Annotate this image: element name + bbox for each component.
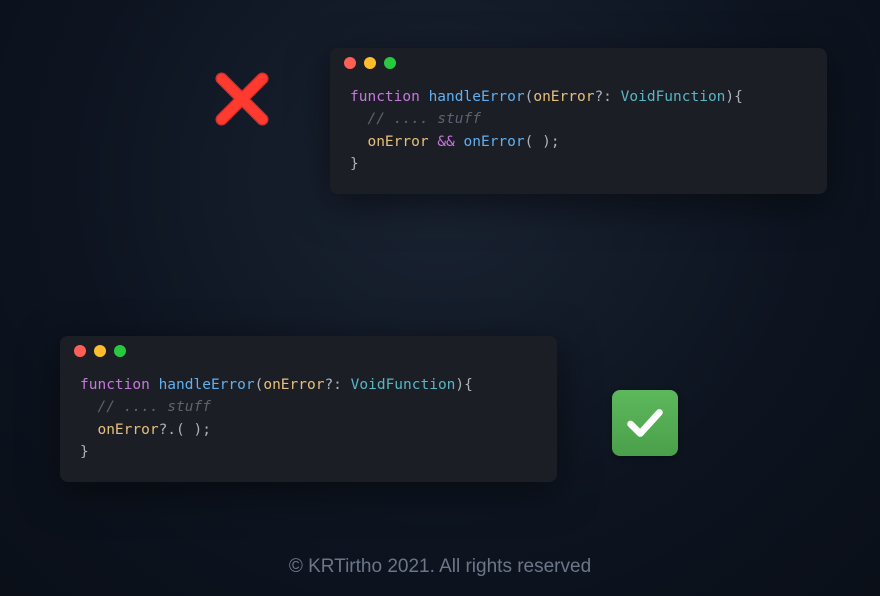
identifier: onError [464, 134, 525, 150]
minimize-dot [94, 345, 106, 357]
keyword: function [350, 89, 420, 105]
close-dot [74, 345, 86, 357]
call-parens: ( ); [176, 422, 211, 438]
maximize-dot [114, 345, 126, 357]
maximize-dot [384, 57, 396, 69]
code-block: function handleError(onError?: VoidFunct… [330, 78, 827, 194]
close-brace: } [80, 444, 89, 460]
cross-icon [208, 65, 276, 133]
close-brace: } [350, 156, 359, 172]
comment: // .... stuff [367, 111, 481, 127]
call-parens: ( ); [525, 134, 560, 150]
paren-brace: ){ [725, 89, 742, 105]
param-name: onError [533, 89, 594, 105]
optional-colon: ?: [324, 377, 341, 393]
code-window-good: function handleError(onError?: VoidFunct… [60, 336, 557, 482]
function-name: handleError [429, 89, 525, 105]
optional-chain: ?. [159, 422, 176, 438]
function-name: handleError [159, 377, 255, 393]
type-name: VoidFunction [621, 89, 726, 105]
window-titlebar [330, 48, 827, 78]
code-block: function handleError(onError?: VoidFunct… [60, 366, 557, 482]
param-name: onError [263, 377, 324, 393]
check-icon [612, 390, 678, 456]
minimize-dot [364, 57, 376, 69]
identifier: onError [367, 134, 428, 150]
window-titlebar [60, 336, 557, 366]
copyright-footer: © KRTirtho 2021. All rights reserved [0, 556, 880, 578]
code-window-bad: function handleError(onError?: VoidFunct… [330, 48, 827, 194]
identifier: onError [97, 422, 158, 438]
keyword: function [80, 377, 150, 393]
type-name: VoidFunction [351, 377, 456, 393]
optional-colon: ?: [594, 89, 611, 105]
paren-brace: ){ [455, 377, 472, 393]
comment: // .... stuff [97, 399, 211, 415]
operator: && [437, 134, 454, 150]
close-dot [344, 57, 356, 69]
